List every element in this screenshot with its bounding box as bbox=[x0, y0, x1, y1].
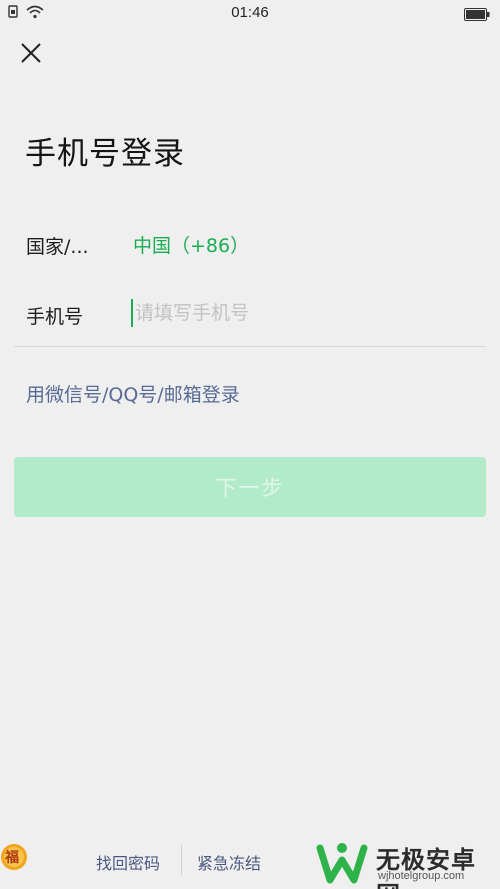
page-title: 手机号登录 bbox=[25, 136, 185, 172]
status-bar: 01:46 bbox=[0, 0, 500, 28]
text-caret bbox=[131, 299, 133, 327]
phone-input[interactable] bbox=[135, 298, 455, 328]
emergency-freeze-link[interactable]: 紧急冻结 bbox=[197, 850, 261, 874]
country-label: 国家/... bbox=[26, 236, 89, 258]
close-button[interactable] bbox=[16, 40, 46, 70]
divider bbox=[14, 346, 486, 347]
next-button[interactable]: 下一步 bbox=[14, 457, 486, 517]
phone-input-wrap bbox=[131, 297, 471, 329]
status-time: 01:46 bbox=[231, 4, 269, 21]
footer-separator bbox=[181, 845, 182, 875]
country-selector[interactable]: 中国（+86） bbox=[133, 231, 249, 258]
find-password-link[interactable]: 找回密码 bbox=[96, 850, 160, 874]
close-icon bbox=[20, 42, 42, 68]
watermark-url: wjhotelgroup.com bbox=[378, 870, 465, 882]
watermark: 无极安卓网 wjhotelgroup.com bbox=[308, 838, 498, 889]
battery-icon bbox=[464, 6, 490, 25]
watermark-logo-icon bbox=[314, 840, 370, 888]
phone-label: 手机号 bbox=[26, 306, 84, 328]
alt-login-link[interactable]: 用微信号/QQ号/邮箱登录 bbox=[26, 380, 240, 407]
